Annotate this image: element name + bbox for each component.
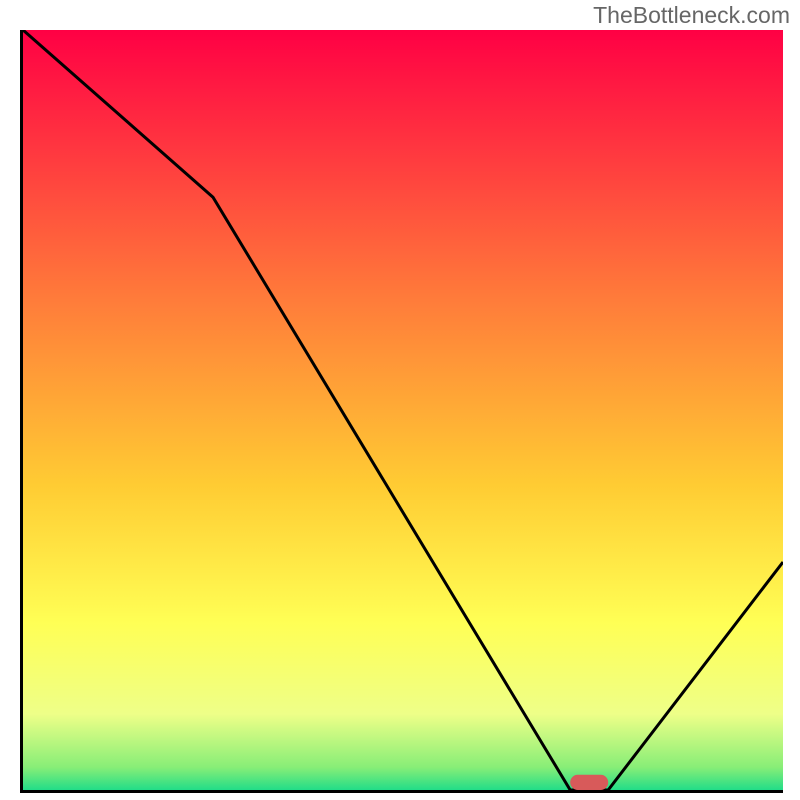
chart-svg [23,30,783,790]
bottleneck-chart-container: TheBottleneck.com [0,0,800,800]
gradient-background [23,30,783,790]
plot-area [20,30,783,793]
optimal-point-marker [570,775,608,790]
watermark-text: TheBottleneck.com [593,2,790,29]
